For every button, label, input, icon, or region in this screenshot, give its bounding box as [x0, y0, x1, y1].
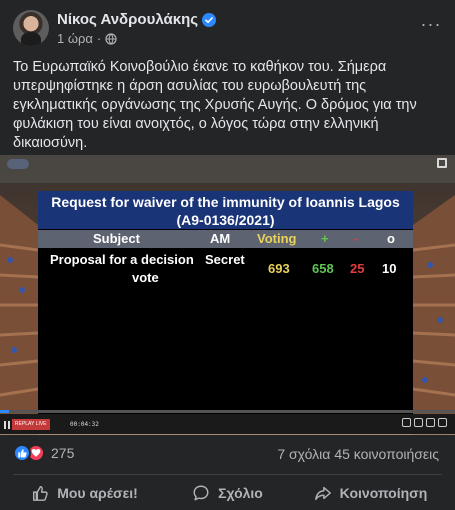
reactions-summary[interactable]: 275 [13, 444, 74, 462]
pause-icon[interactable] [4, 421, 10, 429]
comment-icon [193, 485, 209, 501]
row-voting-type: Secret [205, 252, 245, 267]
meta-separator: · [96, 31, 102, 46]
vote-title-line2: (A9-0136/2021) [176, 212, 275, 228]
post-meta: 1 ώρα · [57, 31, 117, 46]
post-text: Το Ευρωπαϊκό Κοινοβούλιο έκανε το καθήκο… [13, 59, 417, 151]
post-header: Νίκος Ανδρουλάκης 1 ώρα · ··· [0, 0, 455, 52]
player-control-icons [402, 418, 447, 427]
vote-table-row: Proposal for a decision vote Secret 693 … [38, 251, 413, 291]
like-icon [33, 485, 48, 501]
header-for: + [321, 231, 329, 246]
avatar[interactable] [13, 10, 49, 46]
header-against: - [354, 231, 359, 246]
expand-icon[interactable] [437, 158, 447, 168]
vote-table-header: Subject AM Voting + - o [38, 230, 413, 248]
like-button[interactable]: Μου αρέσει! [13, 477, 156, 509]
globe-icon [105, 32, 117, 45]
shares-count[interactable]: 45 κοινοποιήσεις [334, 446, 439, 462]
post-time[interactable]: 1 ώρα [57, 31, 93, 46]
fullscreen-icon[interactable] [438, 418, 447, 427]
row-abstain: 10 [382, 261, 397, 276]
row-for: 658 [312, 261, 334, 276]
reaction-count: 275 [51, 445, 75, 461]
comment-label: Σχόλιο [218, 485, 263, 501]
author-line: Νίκος Ανδρουλάκης [57, 11, 217, 28]
video-time: 00:04:32 [70, 421, 99, 428]
vote-result-panel: Request for waiver of the immunity of Io… [38, 191, 413, 431]
video-progress-fill [0, 410, 10, 413]
comments-count[interactable]: 7 σχόλια [277, 446, 330, 462]
vote-title-line1: Request for waiver of the immunity of Io… [51, 194, 400, 210]
more-options-button[interactable]: ··· [417, 10, 445, 38]
verified-icon [202, 12, 217, 27]
video-player[interactable]: Request for waiver of the immunity of Io… [0, 155, 455, 435]
parliament-logo [7, 159, 29, 169]
row-total: 693 [268, 261, 290, 276]
like-label: Μου αρέσει! [57, 485, 138, 501]
header-voting: Voting [257, 231, 297, 246]
share-button[interactable]: Κοινοποίηση [299, 477, 442, 509]
captions-icon[interactable] [402, 418, 411, 427]
engagement-stats: 7 σχόλια 45 κοινοποιήσεις [277, 446, 439, 462]
like-icon [13, 444, 31, 462]
volume-icon[interactable] [426, 418, 435, 427]
share-label: Κοινοποίηση [339, 485, 428, 501]
settings-icon[interactable] [414, 418, 423, 427]
row-against: 25 [350, 261, 365, 276]
post-actions: Μου αρέσει! Σχόλιο Κοινοποίηση [13, 477, 442, 509]
vote-title: Request for waiver of the immunity of Io… [38, 191, 413, 229]
share-icon [314, 486, 331, 501]
header-subject: Subject [93, 231, 140, 246]
header-abstain: o [387, 231, 395, 246]
divider [13, 474, 442, 475]
author-name[interactable]: Νίκος Ανδρουλάκης [57, 11, 198, 28]
video-controls [0, 414, 455, 434]
header-am: AM [210, 231, 231, 246]
video-progress-bar[interactable] [0, 410, 455, 413]
row-subject-line1: Proposal for a decision [50, 252, 194, 267]
row-subject-line2: vote [132, 270, 159, 285]
live-badge: REPLAY LIVE [12, 419, 50, 430]
comment-button[interactable]: Σχόλιο [156, 477, 299, 509]
